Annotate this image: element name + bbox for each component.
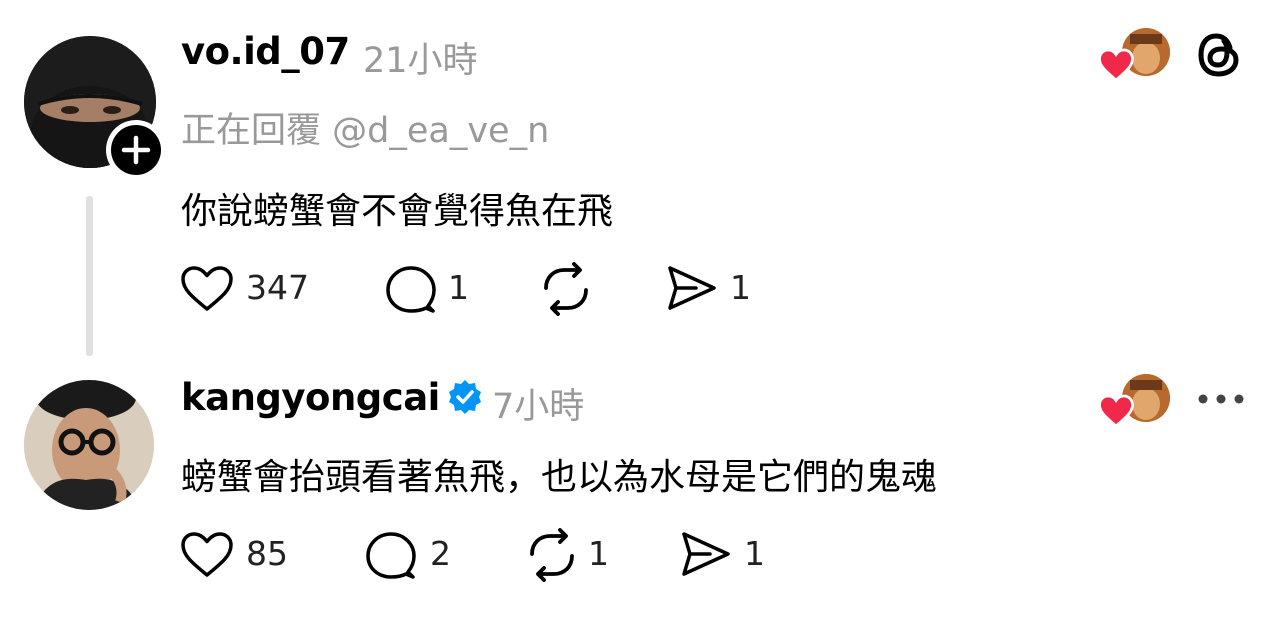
liked-by-indicator[interactable] xyxy=(1098,28,1174,84)
heart-icon xyxy=(1098,394,1134,428)
plus-icon xyxy=(111,125,161,175)
heart-icon xyxy=(1098,48,1134,82)
reply-count: 2 xyxy=(430,534,451,573)
post-time: 21小時 xyxy=(363,41,478,81)
like-count: 347 xyxy=(246,268,309,307)
verified-badge-icon xyxy=(446,378,484,416)
share-count: 1 xyxy=(744,534,765,573)
thread-connector-line xyxy=(86,196,93,356)
more-icon xyxy=(1198,394,1244,404)
repost-icon xyxy=(544,262,588,316)
reply-button[interactable]: 2 xyxy=(364,530,464,580)
repost-icon xyxy=(530,528,574,582)
like-button[interactable]: 347 xyxy=(180,264,320,314)
comment-icon xyxy=(386,266,436,313)
share-count: 1 xyxy=(730,268,751,307)
reply-count: 1 xyxy=(448,268,469,307)
replying-to-label[interactable]: 正在回覆 @d_ea_ve_n xyxy=(181,102,549,153)
like-button[interactable]: 85 xyxy=(180,530,310,580)
share-button[interactable]: 1 xyxy=(680,530,780,580)
username[interactable]: vo.id_07 xyxy=(181,30,350,73)
repost-button[interactable]: 1 xyxy=(524,528,624,582)
avatar-kangyongcai[interactable] xyxy=(24,380,154,510)
more-options-button[interactable] xyxy=(1196,388,1246,410)
post-text: 你說螃蟹會不會覺得魚在飛 xyxy=(181,191,614,232)
comment-icon xyxy=(366,532,416,579)
share-icon xyxy=(668,266,716,310)
repost-button[interactable] xyxy=(538,262,598,316)
heart-icon xyxy=(181,266,233,311)
threads-logo-icon[interactable] xyxy=(1196,30,1244,80)
heart-icon xyxy=(181,532,233,577)
username[interactable]: kangyongcai xyxy=(181,376,440,419)
follow-button[interactable] xyxy=(106,120,166,180)
reply-button[interactable]: 1 xyxy=(384,264,484,314)
post-time: 7小時 xyxy=(492,387,585,427)
like-count: 85 xyxy=(246,534,288,573)
share-icon xyxy=(682,532,730,576)
person-with-glasses-avatar xyxy=(24,380,154,510)
post-text: 螃蟹會抬頭看著魚飛，也以為水母是它們的鬼魂 xyxy=(181,457,938,498)
share-button[interactable]: 1 xyxy=(666,264,766,314)
liked-by-indicator[interactable] xyxy=(1098,374,1174,430)
repost-count: 1 xyxy=(588,534,609,573)
